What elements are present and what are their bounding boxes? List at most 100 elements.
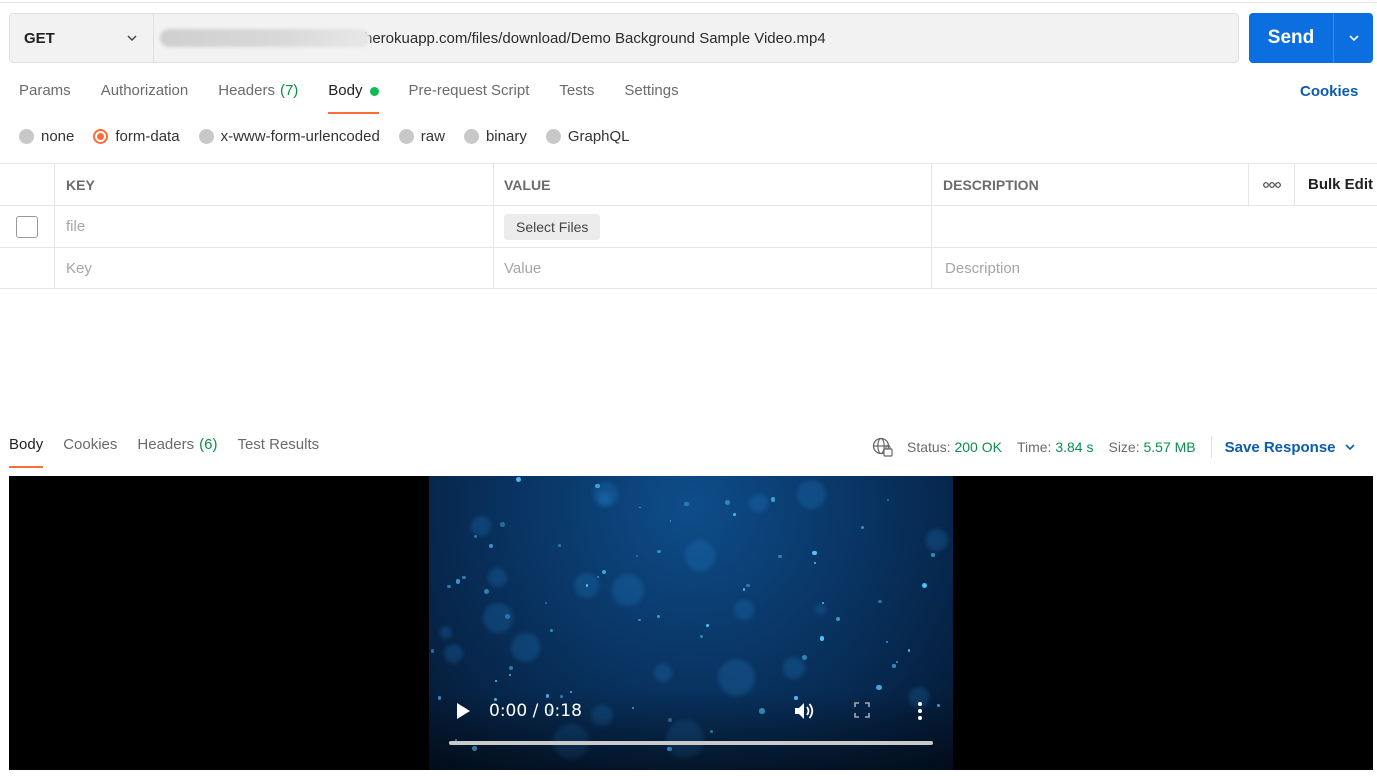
network-globe-icon[interactable] <box>871 436 893 458</box>
bokeh-particle <box>813 561 817 564</box>
bokeh-particle <box>930 553 935 558</box>
more-options-button[interactable] <box>1249 164 1295 205</box>
value-cell: Select Files <box>494 206 932 247</box>
send-options-button[interactable] <box>1333 13 1373 63</box>
method-label: GET <box>24 29 55 47</box>
video-frame[interactable]: 0:00 / 0:18 <box>429 476 953 770</box>
radio-label: none <box>41 128 75 145</box>
tab-count: (7) <box>279 82 299 99</box>
send-button[interactable]: Send <box>1249 13 1333 63</box>
radio-raw[interactable]: raw <box>398 128 445 145</box>
play-icon[interactable] <box>455 702 471 720</box>
bokeh-particle <box>557 544 561 548</box>
tab-settings[interactable]: Settings <box>624 82 678 114</box>
bokeh-particle <box>814 603 827 616</box>
size-value[interactable]: 5.57 MB <box>1144 439 1196 455</box>
chevron-down-icon <box>1348 35 1359 42</box>
status-value[interactable]: 200 OK <box>954 439 1001 455</box>
bokeh-particle <box>447 584 451 589</box>
bokeh-particle <box>515 476 521 482</box>
bokeh-particle <box>892 664 896 668</box>
url-bar: GET herokuapp.com/files/download/Demo Ba… <box>9 13 1239 63</box>
header-key: KEY <box>55 164 494 205</box>
radio-none[interactable]: none <box>19 128 74 145</box>
row-checkbox-cell <box>0 248 55 288</box>
bokeh-particle <box>487 567 507 588</box>
bokeh-particle <box>657 549 661 554</box>
tab-response-body[interactable]: Body <box>9 436 44 468</box>
time-label: Time: <box>1016 439 1052 455</box>
tab-pre-request-script[interactable]: Pre-request Script <box>409 82 530 114</box>
video-progress-bar[interactable] <box>449 741 933 745</box>
cookies-link[interactable]: Cookies <box>1300 83 1358 100</box>
table-row: Key Value Description <box>0 248 1377 289</box>
more-vertical-icon[interactable] <box>917 701 923 721</box>
tab-params[interactable]: Params <box>19 82 71 114</box>
video-time: 0:00 / 0:18 <box>489 701 582 721</box>
tab-tests[interactable]: Tests <box>559 82 594 114</box>
bokeh-particle <box>700 635 703 638</box>
bulk-edit-button[interactable]: Bulk Edit <box>1295 164 1377 205</box>
bokeh-particle <box>509 665 514 670</box>
description-input[interactable] <box>932 206 1377 247</box>
bokeh-particle <box>796 479 826 509</box>
key-input[interactable]: Key <box>55 248 494 288</box>
bokeh-particle <box>921 583 927 589</box>
fullscreen-icon[interactable] <box>854 702 870 718</box>
bokeh-particle <box>801 654 808 661</box>
select-files-button[interactable]: Select Files <box>504 213 601 240</box>
tab-count: (6) <box>199 436 218 453</box>
bokeh-particle <box>724 499 730 505</box>
radio-binary[interactable]: binary <box>463 128 527 145</box>
radio-label: form-data <box>115 128 180 145</box>
bokeh-particle <box>887 499 889 501</box>
chevron-down-icon <box>1344 444 1355 451</box>
radio-graphql[interactable]: GraphQL <box>545 128 630 145</box>
tab-authorization[interactable]: Authorization <box>101 82 189 114</box>
response-tabs: Body Cookies Headers (6) Test Results <box>9 436 339 468</box>
url-text: herokuapp.com/files/download/Demo Backgr… <box>364 29 826 47</box>
tab-label: Body <box>328 82 363 99</box>
tab-response-cookies[interactable]: Cookies <box>63 436 117 468</box>
radio-circle <box>19 129 34 144</box>
radio-circle <box>198 129 214 144</box>
request-tabs: Params Authorization Headers (7) Body Pre… <box>19 82 709 114</box>
volume-icon[interactable] <box>793 701 815 721</box>
radio-x-www-form-urlencoded[interactable]: x-www-form-urlencoded <box>198 128 380 145</box>
bokeh-particle <box>638 618 641 622</box>
value-input[interactable]: Value <box>494 248 932 288</box>
form-data-table: KEY VALUE DESCRIPTION Bulk Edit file Sel… <box>0 163 1377 289</box>
row-enable-checkbox[interactable] <box>16 215 38 238</box>
save-response-button[interactable]: Save Response <box>1225 439 1356 456</box>
response-stats: Status: 200 OK Time: 3.84 s Size: 5.57 M… <box>871 436 1356 458</box>
tab-response-headers[interactable]: Headers (6) <box>137 436 217 468</box>
redacted-url-prefix <box>160 29 370 47</box>
radio-form-data[interactable]: form-data <box>93 128 180 145</box>
time-value[interactable]: 3.84 s <box>1055 439 1093 455</box>
bokeh-particle <box>925 528 949 552</box>
tab-label: Cookies <box>63 436 118 453</box>
radio-circle <box>93 129 109 144</box>
key-input[interactable]: file <box>55 206 494 247</box>
size-label: Size: <box>1108 439 1140 455</box>
bokeh-particle <box>705 623 710 628</box>
tab-test-results[interactable]: Test Results <box>237 436 319 468</box>
tab-label: Authorization <box>100 82 189 99</box>
tab-body[interactable]: Body <box>328 82 379 114</box>
bokeh-particle <box>462 575 466 580</box>
tab-label: Headers <box>218 82 275 99</box>
tab-label: Body <box>9 436 44 453</box>
method-select[interactable]: GET <box>10 14 154 62</box>
bokeh-particle <box>430 649 435 653</box>
status-label: Status: <box>907 439 951 455</box>
bokeh-particle <box>733 512 736 516</box>
description-input[interactable]: Description <box>932 248 1377 288</box>
bokeh-particle <box>509 673 511 676</box>
bokeh-particle <box>439 626 453 639</box>
key-placeholder: Key <box>66 259 92 277</box>
bokeh-particle <box>835 616 841 622</box>
tab-headers[interactable]: Headers (7) <box>218 82 298 114</box>
url-input[interactable]: herokuapp.com/files/download/Demo Backgr… <box>154 14 1238 62</box>
header-value: VALUE <box>494 164 932 205</box>
bokeh-particle <box>473 534 477 539</box>
